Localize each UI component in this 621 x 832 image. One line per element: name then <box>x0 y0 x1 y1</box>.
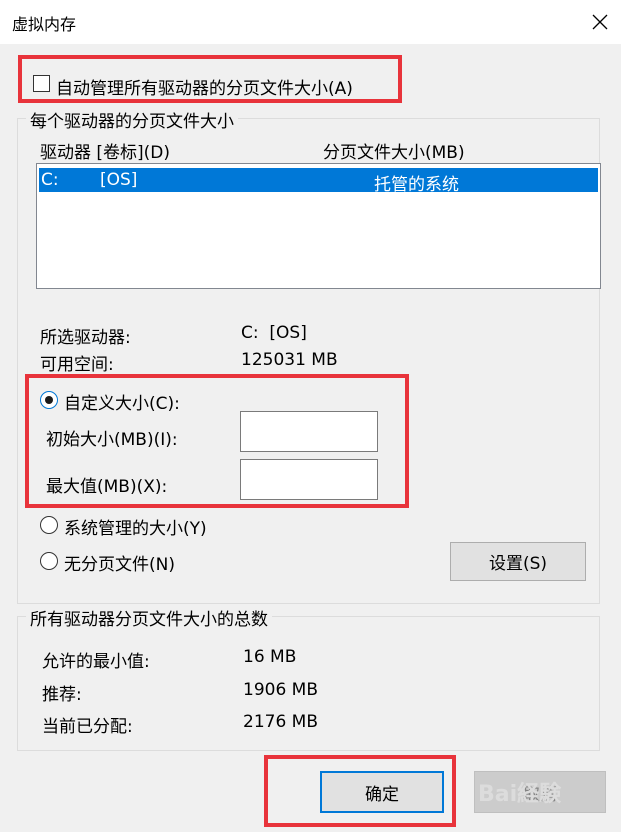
drive-volume-label: [OS] <box>100 170 138 190</box>
no-paging-label[interactable]: 无分页文件(N) <box>64 550 175 575</box>
watermark-text: Bai経験 <box>478 782 562 807</box>
totals-group-label: 所有驱动器分页文件大小的总数 <box>26 605 272 630</box>
selected-drive-label: 所选驱动器: <box>40 328 131 348</box>
highlight-box-ok <box>264 755 456 827</box>
drive-letter: C: <box>41 170 59 190</box>
close-button[interactable] <box>578 0 621 44</box>
drive-listbox[interactable]: C: [OS] 托管的系统 <box>36 163 601 289</box>
min-label: 允许的最小值: <box>42 652 150 672</box>
free-space-value: 125031 MB <box>241 350 338 370</box>
selected-drive-value: C: [OS] <box>241 323 307 343</box>
window-title: 虚拟内存 <box>12 15 77 34</box>
free-space-label: 可用空间: <box>40 355 114 375</box>
highlight-box-custom <box>25 374 409 508</box>
per-drive-group-label: 每个驱动器的分页文件大小 <box>26 107 238 132</box>
current-label: 当前已分配: <box>42 717 133 737</box>
system-managed-label[interactable]: 系统管理的大小(Y) <box>64 514 207 539</box>
current-value: 2176 MB <box>243 712 318 732</box>
close-icon <box>592 14 607 30</box>
drive-row[interactable]: C: [OS] 托管的系统 <box>39 168 598 195</box>
column-header-drive: 驱动器 [卷标](D) <box>40 143 171 163</box>
set-button[interactable]: 设置(S) <box>450 542 586 581</box>
highlight-box-auto <box>18 55 402 103</box>
system-managed-radio[interactable] <box>40 516 58 534</box>
drive-paging-size: 托管的系统 <box>374 175 459 195</box>
min-value: 16 MB <box>243 647 297 667</box>
recommended-label: 推荐: <box>42 685 82 705</box>
recommended-value: 1906 MB <box>243 680 318 700</box>
column-header-size: 分页文件大小(MB) <box>323 143 465 163</box>
no-paging-radio[interactable] <box>40 552 58 570</box>
title-bar <box>0 0 621 44</box>
